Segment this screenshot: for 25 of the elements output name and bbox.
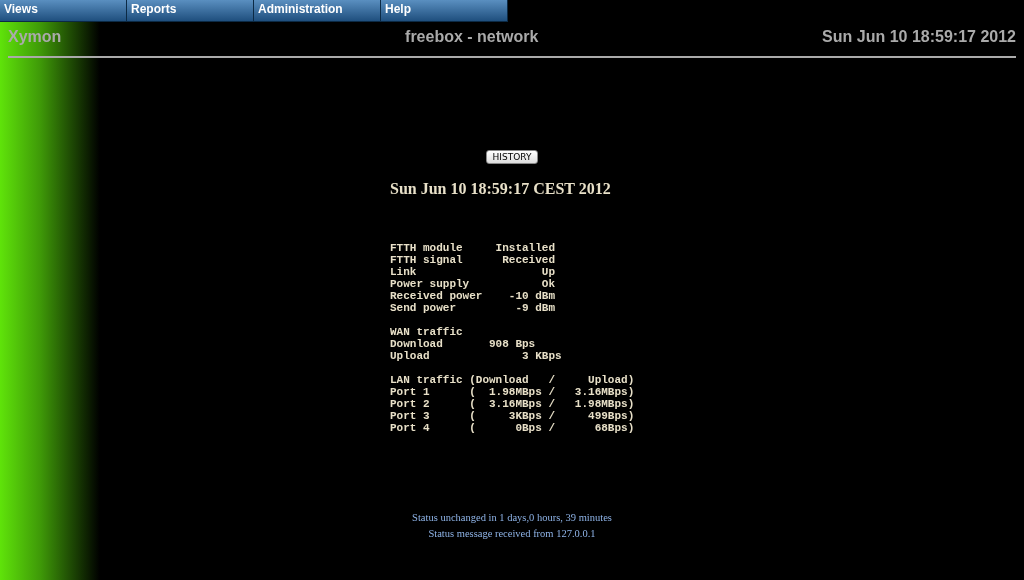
- page-title: freebox - network: [405, 28, 539, 46]
- status-line: Port 3 ( 3KBps / 499Bps): [390, 410, 635, 422]
- history-button[interactable]: HISTORY: [485, 150, 539, 164]
- status-line: LAN traffic (Download / Upload): [390, 374, 635, 386]
- status-line: FTTH signal Received: [390, 254, 557, 266]
- status-line: Download 908 Bps: [390, 338, 537, 350]
- report-time: Sun Jun 10 18:59:17 CEST 2012: [390, 180, 611, 198]
- status-line: Port 1 ( 1.98MBps / 3.16MBps): [390, 386, 635, 398]
- brand-name: Xymon: [8, 28, 62, 46]
- menu-item[interactable]: Help: [381, 0, 508, 22]
- status-line: Link Up: [390, 266, 557, 278]
- status-line: Send power -9 dBm: [390, 302, 557, 314]
- status-note: Status unchanged in 1 days,0 hours, 39 minutes: [412, 511, 612, 525]
- menu-item[interactable]: Administration: [254, 0, 381, 22]
- status-line: Power supply Ok: [390, 278, 557, 290]
- status-line: Port 2 ( 3.16MBps / 1.98MBps): [390, 398, 635, 410]
- status-note: Status message received from 127.0.0.1: [428, 527, 596, 541]
- menu-item[interactable]: Views: [0, 0, 127, 22]
- status-line: FTTH module Installed: [390, 242, 557, 254]
- header-datetime: Sun Jun 10 18:59:17 2012: [822, 28, 1016, 46]
- menu-item[interactable]: Reports: [127, 0, 254, 22]
- status-line: Received power -10 dBm: [390, 290, 557, 302]
- status-line: Upload 3 KBps: [390, 350, 563, 362]
- status-line: Port 4 ( 0Bps / 68Bps): [390, 422, 635, 434]
- status-line: WAN traffic: [390, 326, 464, 338]
